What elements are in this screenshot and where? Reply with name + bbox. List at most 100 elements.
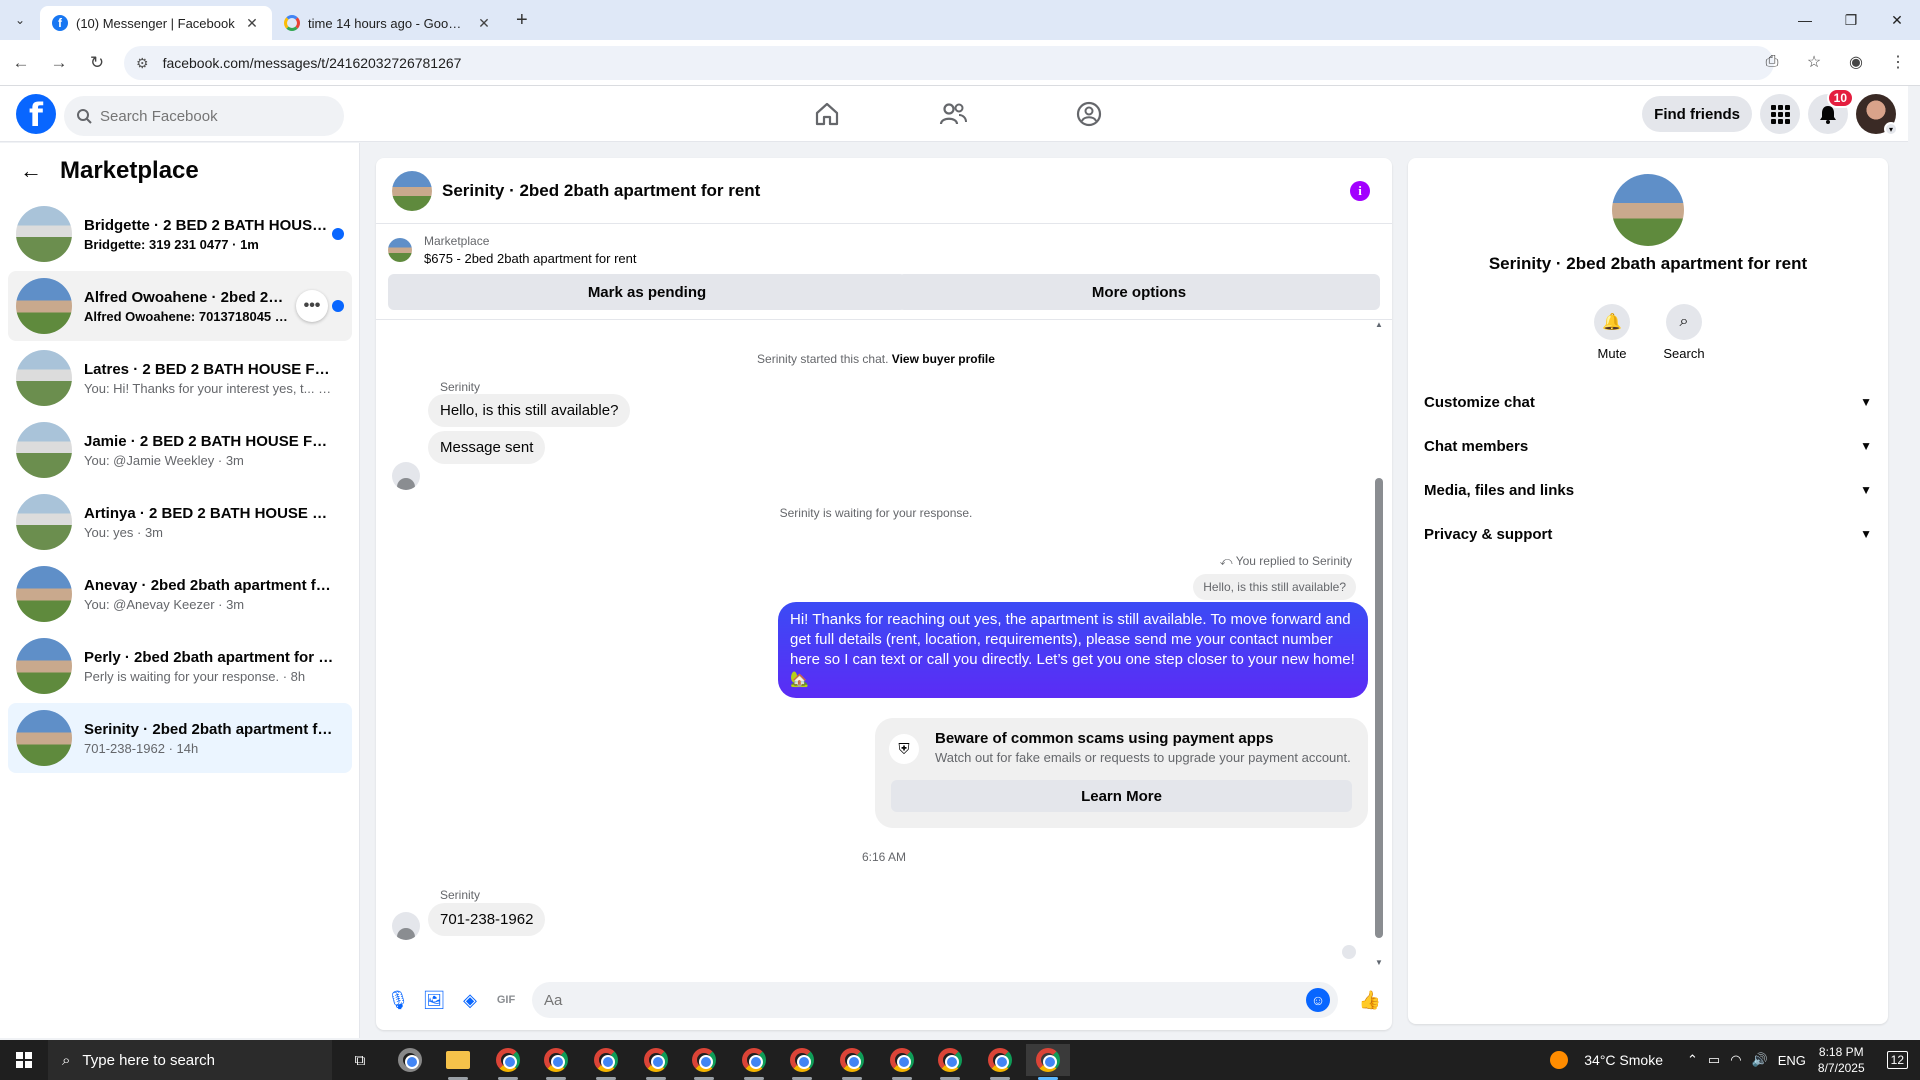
- tab-messenger[interactable]: f (10) Messenger | Facebook ✕: [40, 6, 272, 40]
- find-friends-button[interactable]: Find friends: [1642, 96, 1752, 132]
- scroll-down-icon[interactable]: ▼: [1374, 958, 1384, 967]
- chat-title[interactable]: Serinity · 2bed 2bath apartment for rent: [442, 181, 760, 201]
- photo-icon[interactable]: 🖼: [422, 988, 446, 1012]
- listing-price-title[interactable]: $675 - 2bed 2bath apartment for rent: [424, 251, 636, 266]
- clock[interactable]: 8:18 PM 8/7/2025: [1818, 1044, 1865, 1076]
- battery-icon[interactable]: ▭: [1708, 1052, 1720, 1068]
- chat-avatar[interactable]: [392, 170, 432, 211]
- site-info-icon[interactable]: ⚙: [136, 55, 149, 72]
- sticker-icon[interactable]: ◈: [458, 988, 482, 1012]
- sender-avatar[interactable]: [392, 912, 420, 940]
- facebook-logo-icon[interactable]: f: [16, 94, 56, 134]
- forward-icon[interactable]: →: [42, 46, 76, 80]
- emoji-icon[interactable]: ☺: [1306, 988, 1330, 1012]
- conversation-item[interactable]: Latres · 2 BED 2 BATH HOUSE FOR ... You:…: [8, 343, 352, 413]
- chrome-app-icon[interactable]: [732, 1044, 776, 1080]
- conversation-item[interactable]: Artinya · 2 BED 2 BATH HOUSE FO... You: …: [8, 487, 352, 557]
- conversation-item[interactable]: Alfred Owoahene · 2bed 2bath Alfred Owoa…: [8, 271, 352, 341]
- nav-friends[interactable]: [898, 86, 1008, 142]
- conversation-item[interactable]: Bridgette · 2 BED 2 BATH HOUSE... Bridge…: [8, 199, 352, 269]
- taskbar-search[interactable]: ⌕ Type here to search: [48, 1040, 332, 1080]
- back-icon[interactable]: ←: [4, 46, 38, 80]
- account-avatar[interactable]: ▾: [1856, 94, 1898, 136]
- nav-home[interactable]: [772, 86, 882, 142]
- wifi-icon[interactable]: ◠: [1730, 1052, 1741, 1068]
- outgoing-message[interactable]: Hi! Thanks for reaching out yes, the apa…: [778, 602, 1368, 698]
- conversation-item[interactable]: Jamie · 2 BED 2 BATH HOUSE FOR ... You: …: [8, 415, 352, 485]
- scroll-thumb[interactable]: [1375, 478, 1383, 938]
- privacy-support-section[interactable]: Privacy & support ▼: [1424, 512, 1872, 556]
- chrome-app-icon[interactable]: [978, 1044, 1022, 1080]
- new-tab-button[interactable]: +: [516, 9, 528, 32]
- chrome-app-icon[interactable]: [584, 1044, 628, 1080]
- notifications-button[interactable]: 10: [1808, 88, 1854, 134]
- chrome-app-icon[interactable]: [928, 1044, 972, 1080]
- install-app-icon[interactable]: ⎙: [1756, 46, 1788, 78]
- chrome-app-icon[interactable]: [880, 1044, 924, 1080]
- nav-groups[interactable]: [1034, 86, 1144, 142]
- tab-search-button[interactable]: ⌄: [6, 6, 34, 34]
- sender-avatar[interactable]: [392, 462, 420, 490]
- facebook-search-input[interactable]: [100, 107, 320, 125]
- profile-icon[interactable]: ◉: [1840, 46, 1872, 78]
- tray-chevron-up-icon[interactable]: ⌃: [1687, 1052, 1698, 1068]
- chrome-app-icon[interactable]: [486, 1044, 530, 1080]
- minimize-icon[interactable]: —: [1782, 0, 1828, 40]
- message-input-box[interactable]: ☺: [532, 982, 1338, 1018]
- learn-more-button[interactable]: Learn More: [891, 780, 1352, 812]
- close-tab-icon[interactable]: ✕: [476, 15, 492, 32]
- home-icon: [815, 102, 839, 126]
- quoted-message[interactable]: Hello, is this still available?: [1193, 574, 1356, 600]
- tab-google[interactable]: time 14 hours ago - Google Sea ✕: [272, 6, 504, 40]
- mute-button[interactable]: 🔔 Mute: [1582, 304, 1642, 361]
- thumbs-up-icon[interactable]: 👍: [1358, 988, 1382, 1012]
- back-arrow-icon[interactable]: ←: [20, 158, 42, 184]
- incoming-message[interactable]: 701-238-1962: [428, 903, 546, 936]
- scroll-up-icon[interactable]: ▲: [1374, 320, 1384, 329]
- chrome-app-icon[interactable]: [780, 1044, 824, 1080]
- message-scrollbar[interactable]: ▲ ▼: [1374, 320, 1384, 970]
- language-indicator[interactable]: ENG: [1778, 1053, 1806, 1068]
- microphone-icon[interactable]: 🎙: [386, 988, 410, 1012]
- chrome-app-icon[interactable]: [682, 1044, 726, 1080]
- chrome-app-icon[interactable]: [634, 1044, 678, 1080]
- edge-app-icon[interactable]: [388, 1044, 432, 1076]
- close-tab-icon[interactable]: ✕: [244, 15, 260, 32]
- bookmark-star-icon[interactable]: ☆: [1798, 46, 1830, 78]
- volume-icon[interactable]: 🔊: [1752, 1052, 1768, 1068]
- conversation-item[interactable]: Anevay · 2bed 2bath apartment fo... You:…: [8, 559, 352, 629]
- info-icon[interactable]: i: [1350, 181, 1370, 201]
- menu-kebab-icon[interactable]: ⋮: [1882, 46, 1914, 78]
- task-view-icon[interactable]: ⧉: [338, 1044, 382, 1076]
- address-bar[interactable]: ⚙ facebook.com/messages/t/24162032726781…: [124, 46, 1774, 80]
- more-options-icon[interactable]: •••: [296, 290, 328, 322]
- conversation-item-selected[interactable]: Serinity · 2bed 2bath apartment fo... 70…: [8, 703, 352, 773]
- facebook-search[interactable]: [64, 96, 344, 136]
- view-buyer-profile-link[interactable]: View buyer profile: [892, 352, 995, 366]
- customize-chat-section[interactable]: Customize chat ▼: [1424, 380, 1872, 424]
- chrome-app-icon[interactable]: [830, 1044, 874, 1080]
- conversation-item[interactable]: Perly · 2bed 2bath apartment for r... Pe…: [8, 631, 352, 701]
- chrome-app-icon[interactable]: [534, 1044, 578, 1080]
- weather-widget[interactable]: 34°C Smoke: [1540, 1051, 1663, 1069]
- more-options-button[interactable]: More options: [898, 274, 1380, 310]
- media-files-links-section[interactable]: Media, files and links ▼: [1424, 468, 1872, 512]
- close-window-icon[interactable]: ✕: [1874, 0, 1920, 40]
- file-explorer-icon[interactable]: [436, 1044, 480, 1080]
- search-in-conversation-button[interactable]: ⌕ Search: [1654, 304, 1714, 361]
- message-input[interactable]: [544, 991, 1284, 1009]
- restore-icon[interactable]: ❐: [1828, 0, 1874, 40]
- unread-dot: [332, 300, 344, 312]
- menu-grid-button[interactable]: [1760, 94, 1800, 134]
- chat-info-avatar[interactable]: [1612, 174, 1684, 246]
- chrome-app-icon-active[interactable]: [1026, 1044, 1070, 1080]
- reload-icon[interactable]: ↻: [80, 46, 114, 80]
- conversation-text: Artinya · 2 BED 2 BATH HOUSE FO... You: …: [84, 505, 334, 540]
- incoming-message[interactable]: Message sent: [428, 431, 546, 464]
- mark-as-pending-button[interactable]: Mark as pending: [388, 274, 906, 310]
- notification-center-icon[interactable]: 12: [1886, 1051, 1908, 1069]
- chat-members-section[interactable]: Chat members ▼: [1424, 424, 1872, 468]
- start-button[interactable]: [0, 1040, 48, 1080]
- incoming-message[interactable]: Hello, is this still available?: [428, 394, 631, 427]
- gif-icon[interactable]: GIF: [494, 988, 518, 1012]
